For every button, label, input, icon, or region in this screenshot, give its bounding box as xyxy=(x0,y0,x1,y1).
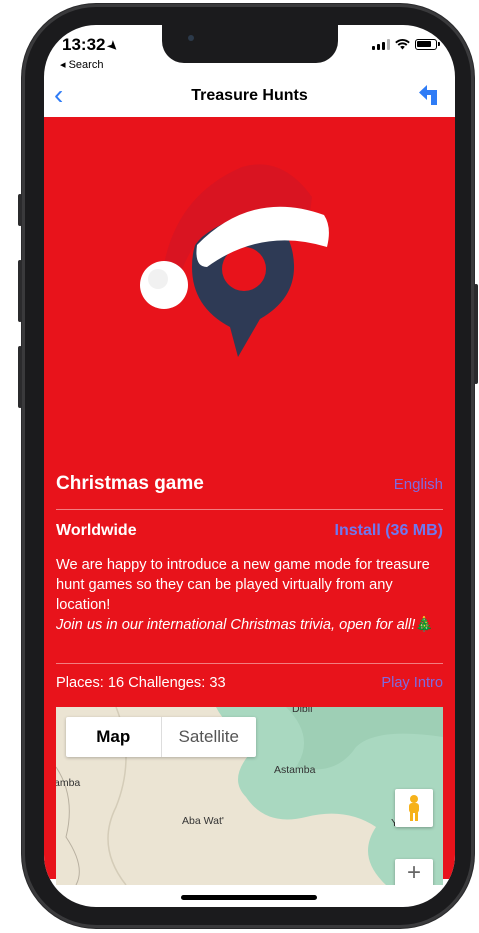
christmas-tree-icon: 🎄 xyxy=(415,617,434,633)
status-icons xyxy=(372,39,440,50)
back-to-app-link[interactable]: ◂ Search xyxy=(60,58,103,71)
game-detail: Christmas game English Worldwide Install… xyxy=(44,117,455,885)
street-view-button[interactable] xyxy=(395,789,433,827)
map-tab[interactable]: Map xyxy=(66,717,162,757)
battery-icon xyxy=(415,39,440,50)
volume-up-button xyxy=(18,260,22,322)
map-label: Aba Wat' xyxy=(182,815,224,827)
description-text: We are happy to introduce a new game mod… xyxy=(56,557,430,613)
game-stats: Places: 16 Challenges: 33 xyxy=(56,675,226,691)
game-region: Worldwide xyxy=(56,522,137,539)
divider xyxy=(56,663,443,664)
map-type-toggle: Map Satellite xyxy=(66,717,256,757)
map-label: Astamba xyxy=(274,764,316,776)
region-row: Worldwide Install (36 MB) xyxy=(56,522,443,540)
turn-left-arrow-icon xyxy=(419,85,437,105)
location-arrow-icon: ➤ xyxy=(105,37,123,55)
play-intro-button[interactable]: Play Intro xyxy=(381,675,443,691)
zoom-in-button[interactable]: + xyxy=(395,859,433,885)
satellite-tab[interactable]: Satellite xyxy=(162,717,257,757)
volume-down-button xyxy=(18,346,22,408)
map-view[interactable]: Map Satellite Dibil Astamba amba Aba Wat… xyxy=(56,707,443,885)
silent-switch xyxy=(18,194,22,226)
title-row: Christmas game English xyxy=(56,473,443,495)
home-indicator[interactable] xyxy=(181,895,317,900)
install-button[interactable]: Install (36 MB) xyxy=(335,522,443,540)
language-link[interactable]: English xyxy=(394,476,443,493)
camera-icon xyxy=(188,35,194,41)
wifi-icon xyxy=(395,39,410,50)
notch xyxy=(162,25,338,63)
divider xyxy=(56,509,443,510)
page-title: Treasure Hunts xyxy=(191,87,308,104)
game-description: We are happy to introduce a new game mod… xyxy=(56,555,443,635)
pegman-icon xyxy=(409,795,419,821)
game-title: Christmas game xyxy=(56,473,204,494)
map-label: amba xyxy=(56,777,81,789)
share-button[interactable] xyxy=(417,83,441,112)
status-time: 13:32➤ xyxy=(62,35,123,55)
status-time-text: 13:32 xyxy=(62,35,106,54)
power-button xyxy=(474,284,478,384)
description-italic: Join us in our international Christmas t… xyxy=(56,617,416,633)
navigation-bar: ‹ Treasure Hunts xyxy=(44,77,455,115)
screen: 13:32➤ ◂ Search ‹ Treasure Hunts Christm… xyxy=(44,25,455,907)
map-label: Dibil xyxy=(292,707,313,715)
game-logo-santa-hat-icon xyxy=(140,164,329,357)
signal-icon xyxy=(372,39,390,50)
stats-row: Places: 16 Challenges: 33 Play Intro xyxy=(56,675,443,691)
